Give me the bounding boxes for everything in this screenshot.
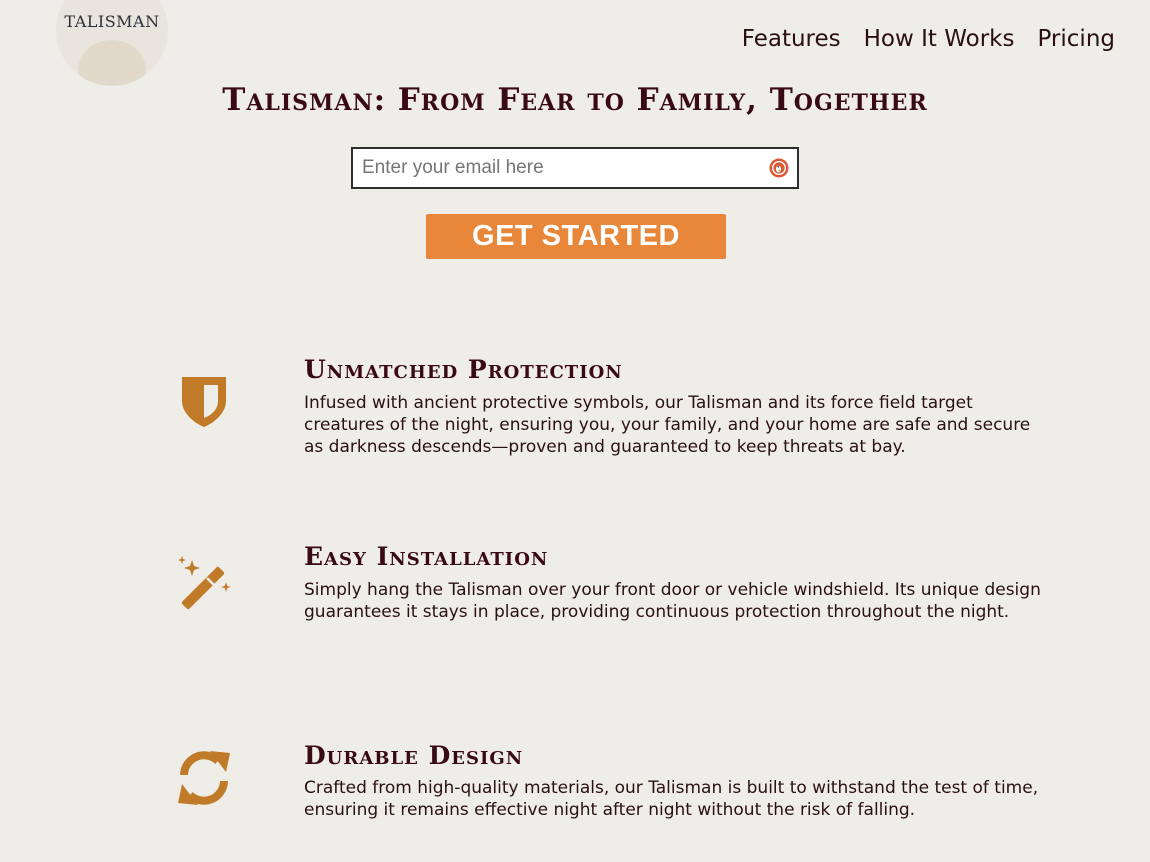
feature-description: Simply hang the Talisman over your front… <box>304 580 1041 622</box>
nav-link-features[interactable]: Features <box>742 26 841 52</box>
feature-description: Crafted from high-quality materials, our… <box>304 778 1039 820</box>
email-field-container <box>351 147 799 189</box>
email-input[interactable] <box>353 149 762 187</box>
talisman-logo[interactable]: TALISMAN <box>56 0 168 86</box>
main-nav: Features How It Works Pricing <box>742 26 1115 52</box>
feature-title: Unmatched Protection <box>304 355 623 384</box>
feature-title: Durable Design <box>304 741 524 770</box>
nav-link-how-it-works[interactable]: How It Works <box>864 26 1015 52</box>
nav-link-pricing[interactable]: Pricing <box>1037 26 1115 52</box>
logo-text: TALISMAN <box>64 12 160 31</box>
feature-description: Infused with ancient protective symbols,… <box>304 393 1031 457</box>
magic-wand-icon <box>178 556 231 610</box>
hero-title: Talisman: From Fear to Family, Together <box>222 82 928 118</box>
logo-emblem <box>78 40 146 86</box>
get-started-button[interactable]: GET STARTED <box>426 214 726 259</box>
refresh-icon <box>178 751 230 805</box>
duckduckgo-icon[interactable] <box>769 158 789 178</box>
shield-icon <box>182 377 226 427</box>
feature-title: Easy Installation <box>304 542 549 571</box>
